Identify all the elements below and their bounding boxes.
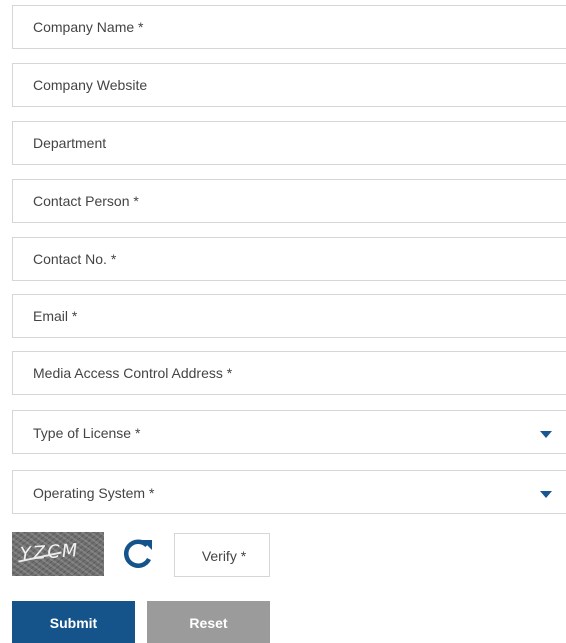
license-request-form: Type of License * Operating System * YZC… (0, 0, 566, 643)
operating-system-select[interactable]: Operating System * (12, 470, 566, 514)
submit-button[interactable]: Submit (12, 601, 135, 643)
contact-person-input[interactable] (13, 180, 566, 222)
chevron-down-icon[interactable] (540, 491, 552, 498)
chevron-down-icon[interactable] (540, 431, 552, 438)
department-field[interactable] (12, 121, 566, 165)
company-website-field[interactable] (12, 63, 566, 107)
reset-button[interactable]: Reset (147, 601, 270, 643)
contact-no-field[interactable] (12, 237, 566, 281)
mac-address-input[interactable] (13, 352, 566, 394)
operating-system-label: Operating System * (33, 485, 155, 501)
license-type-select[interactable]: Type of License * (12, 410, 566, 454)
row-divider (552, 164, 566, 165)
captcha-text: YZCM (19, 539, 81, 566)
company-website-input[interactable] (13, 64, 566, 106)
company-name-input[interactable] (13, 6, 566, 48)
captcha-verify-input[interactable] (175, 534, 273, 578)
contact-no-input[interactable] (13, 238, 566, 280)
company-name-field[interactable] (12, 5, 566, 49)
mac-address-field[interactable] (12, 351, 566, 395)
email-input[interactable] (13, 295, 566, 337)
department-input[interactable] (13, 122, 566, 164)
verify-field[interactable] (174, 533, 273, 578)
captcha-image: YZCM (12, 532, 104, 576)
contact-person-field[interactable] (12, 179, 566, 223)
license-type-label: Type of License * (33, 425, 141, 441)
email-field[interactable] (12, 294, 566, 338)
refresh-icon[interactable] (120, 536, 156, 572)
